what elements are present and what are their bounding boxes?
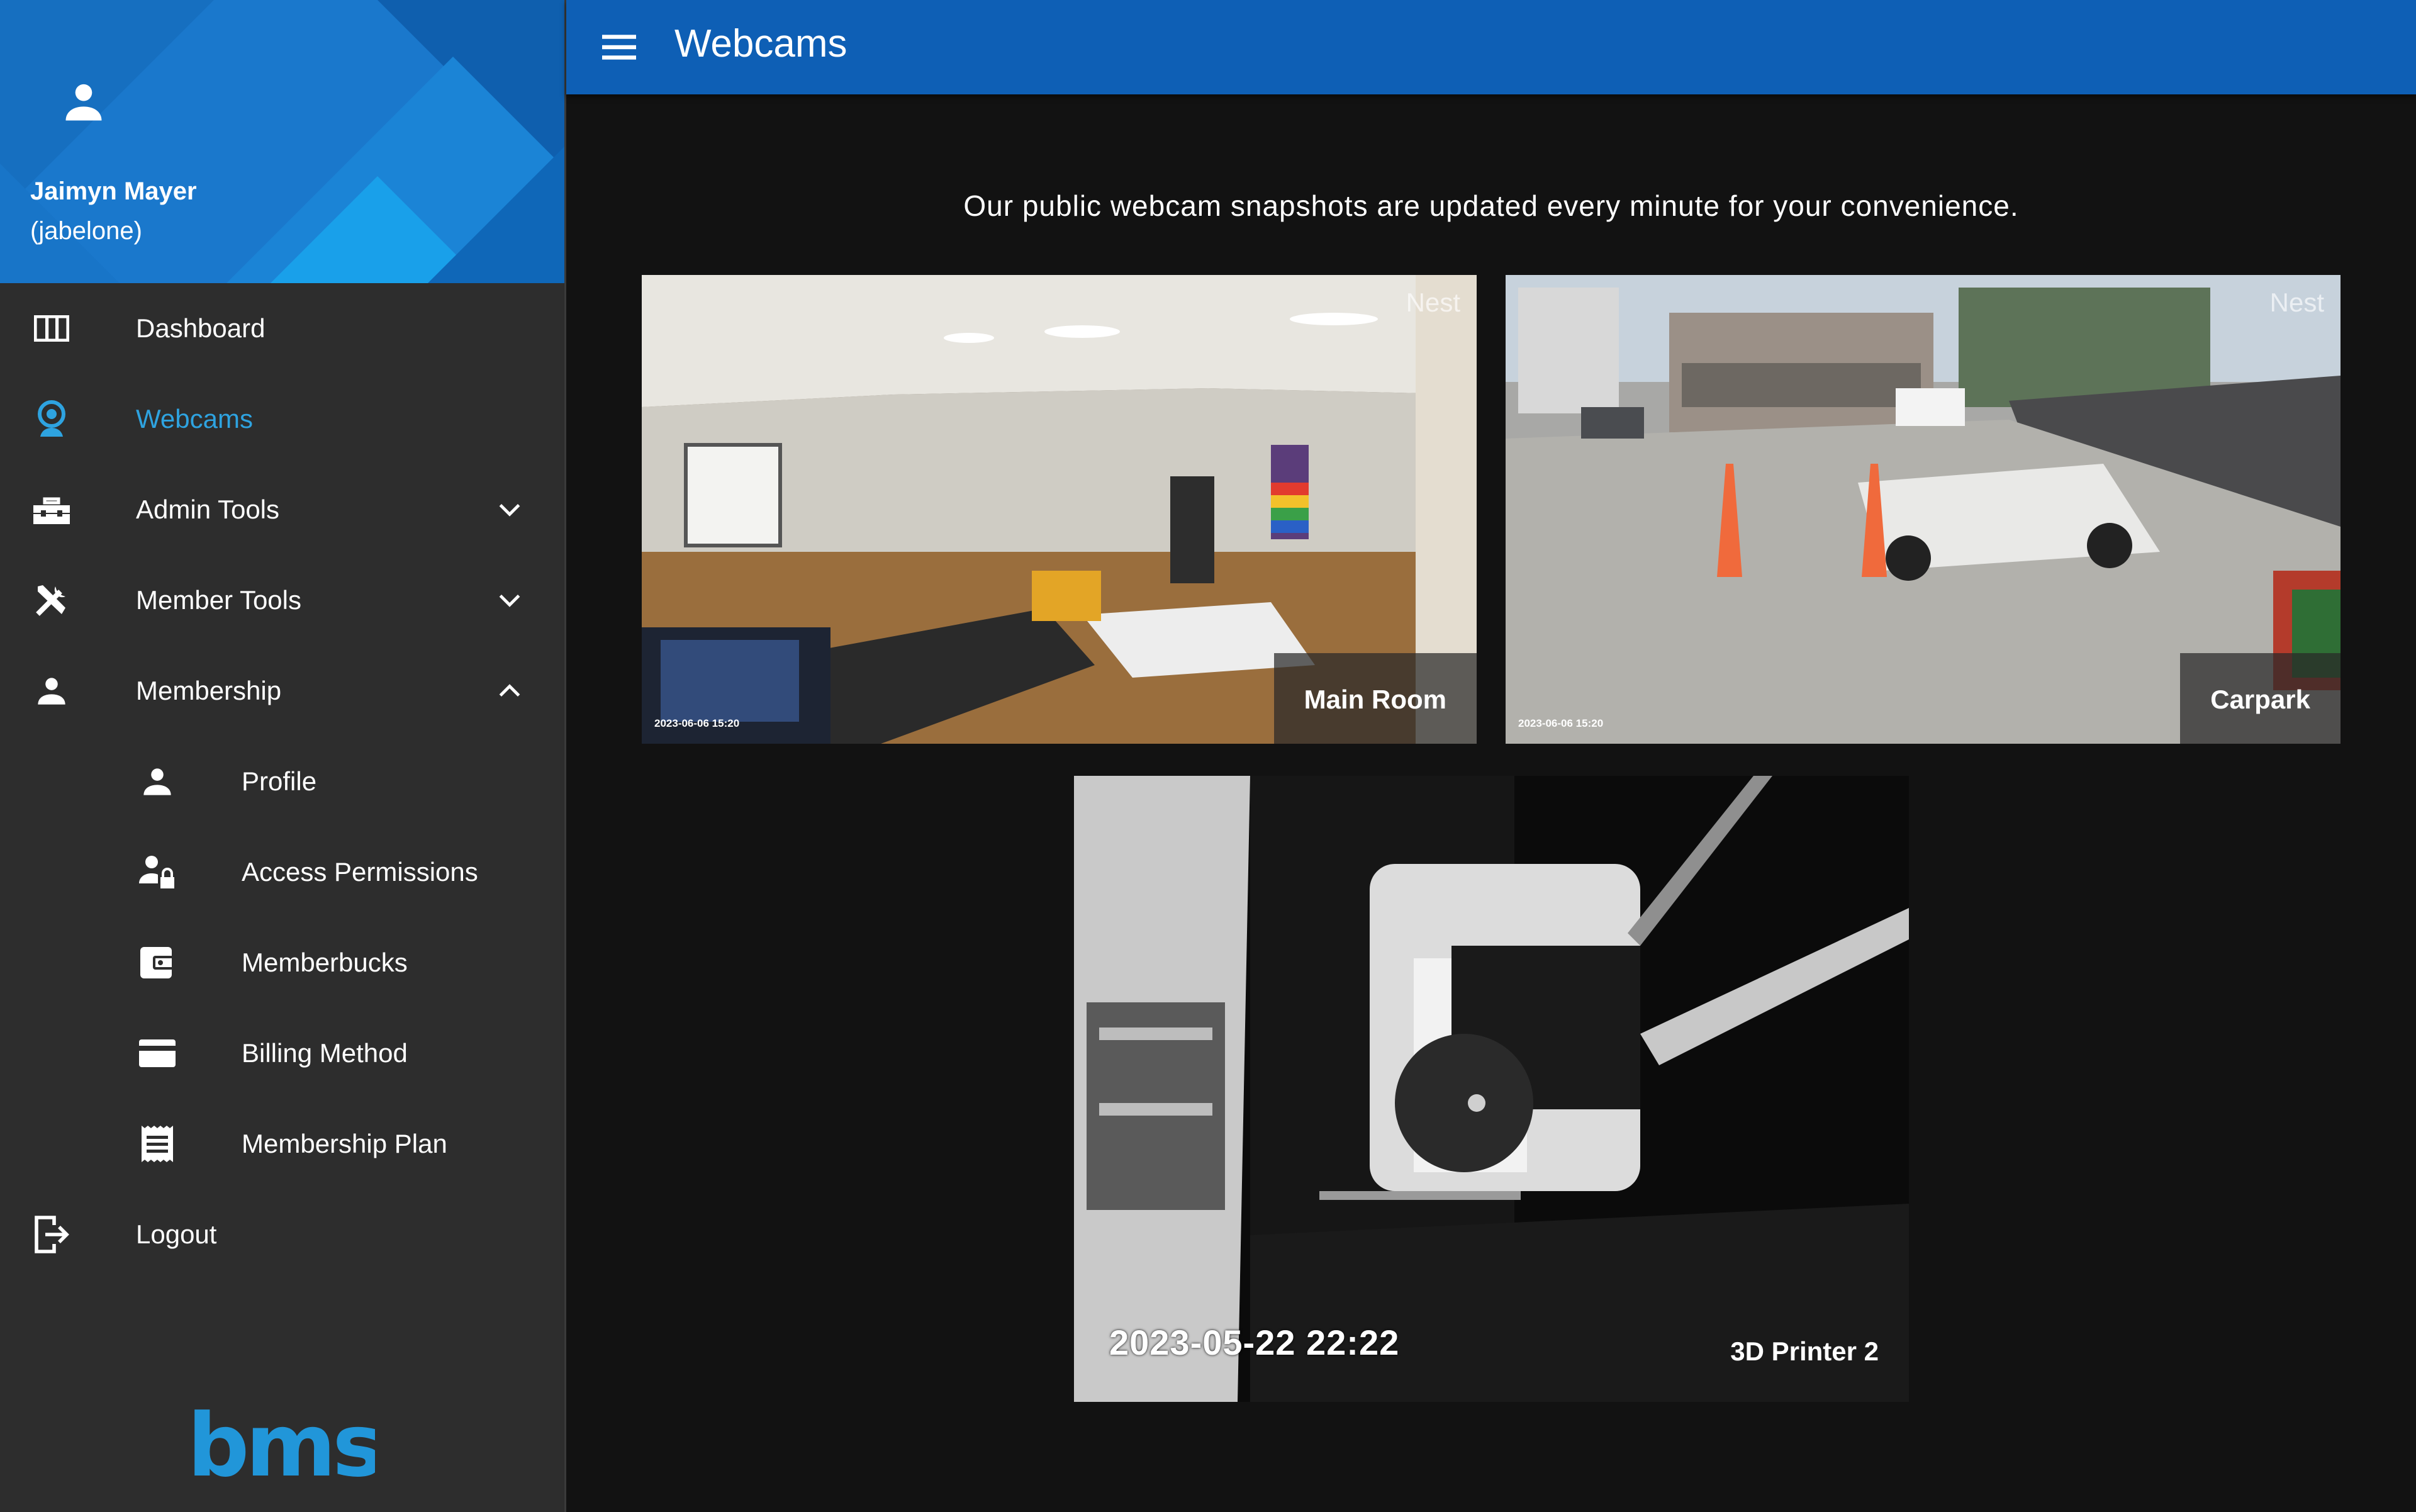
nav-label-webcams: Webcams <box>136 404 253 434</box>
camera-timestamp: 2023-06-06 15:20 <box>654 717 740 729</box>
main-content: Our public webcam snapshots are updated … <box>566 94 2416 1512</box>
nav-label-admin-tools: Admin Tools <box>136 495 280 524</box>
webcam-main-room[interactable]: Nest 2023-06-06 15:20 Main Room <box>642 275 1477 744</box>
app-bar: Webcams <box>566 0 2416 94</box>
nav-item-memberbucks[interactable]: Memberbucks <box>0 917 564 1008</box>
chevron-up-icon <box>499 684 520 697</box>
receipt-icon <box>137 1125 177 1163</box>
menu-icon[interactable] <box>600 30 638 64</box>
nav-item-billing-method[interactable]: Billing Method <box>0 1008 564 1099</box>
camera-timestamp: 2023-05-22 22:22 <box>1109 1323 1400 1362</box>
nav-label-profile: Profile <box>242 766 317 796</box>
camera-label: 3D Printer 2 <box>1730 1336 1879 1366</box>
svg-text:bms: bms <box>193 1409 375 1491</box>
camera-label: Main Room <box>1304 685 1446 714</box>
nav-item-profile[interactable]: Profile <box>0 736 564 827</box>
nav-label-billing-method: Billing Method <box>242 1038 408 1068</box>
view-columns-icon <box>31 310 72 347</box>
camera-label-box: Carpark <box>2180 653 2340 744</box>
chevron-down-icon <box>499 503 520 517</box>
nav-label-access-permissions: Access Permissions <box>242 857 478 887</box>
wallet-icon <box>137 944 177 982</box>
nav-label-memberbucks: Memberbucks <box>242 948 408 977</box>
person-lock-icon <box>137 853 177 891</box>
user-name: Jaimyn Mayer <box>30 177 197 205</box>
nav-item-dashboard[interactable]: Dashboard <box>0 283 564 374</box>
person-icon <box>137 763 177 800</box>
nav-item-access-permissions[interactable]: Access Permissions <box>0 827 564 917</box>
camera-label: Carpark <box>2210 685 2310 714</box>
user-handle: (jabelone) <box>30 217 142 245</box>
tools-icon <box>31 581 72 619</box>
nav-label-membership: Membership <box>136 676 282 705</box>
nest-watermark: Nest <box>2269 288 2324 317</box>
avatar-icon <box>65 84 102 121</box>
nav-item-member-tools[interactable]: Member Tools <box>0 555 564 646</box>
profile-header: Jaimyn Mayer (jabelone) <box>0 0 564 283</box>
nav-label-membership-plan: Membership Plan <box>242 1129 447 1158</box>
nav-label-member-tools: Member Tools <box>136 585 301 615</box>
nav-item-webcams[interactable]: Webcams <box>0 374 564 464</box>
nav-label-logout: Logout <box>136 1219 217 1249</box>
nav-item-membership-plan[interactable]: Membership Plan <box>0 1099 564 1189</box>
webcam-carpark[interactable]: Nest 2023-06-06 15:20 Carpark <box>1506 275 2340 744</box>
toolbox-icon <box>31 491 72 529</box>
credit-card-icon <box>137 1034 177 1072</box>
camera-timestamp: 2023-06-06 15:20 <box>1518 717 1604 729</box>
nest-watermark: Nest <box>1406 288 1460 317</box>
chevron-down-icon <box>499 594 520 607</box>
webcam-3d-printer-2[interactable]: 2023-05-22 22:22 3D Printer 2 <box>1074 776 1909 1402</box>
camera-label-box: Main Room <box>1273 653 1477 744</box>
nav-label-dashboard: Dashboard <box>136 313 266 343</box>
page-title: Webcams <box>674 22 847 65</box>
nav-item-admin-tools[interactable]: Admin Tools <box>0 464 564 555</box>
person-icon <box>31 672 72 710</box>
bms-logo: bms <box>193 1409 375 1491</box>
nav-item-membership[interactable]: Membership <box>0 646 564 736</box>
nav-item-logout[interactable]: Logout <box>0 1189 564 1280</box>
sidebar: Jaimyn Mayer (jabelone) Dashboard Webcam… <box>0 0 566 1512</box>
intro-text: Our public webcam snapshots are updated … <box>963 189 2019 222</box>
webcam-icon <box>31 400 72 438</box>
printer-snapshot <box>1074 776 1909 1402</box>
logout-icon <box>31 1216 72 1253</box>
nav-menu: Dashboard Webcams Admin Tools Member Too… <box>0 283 564 1280</box>
